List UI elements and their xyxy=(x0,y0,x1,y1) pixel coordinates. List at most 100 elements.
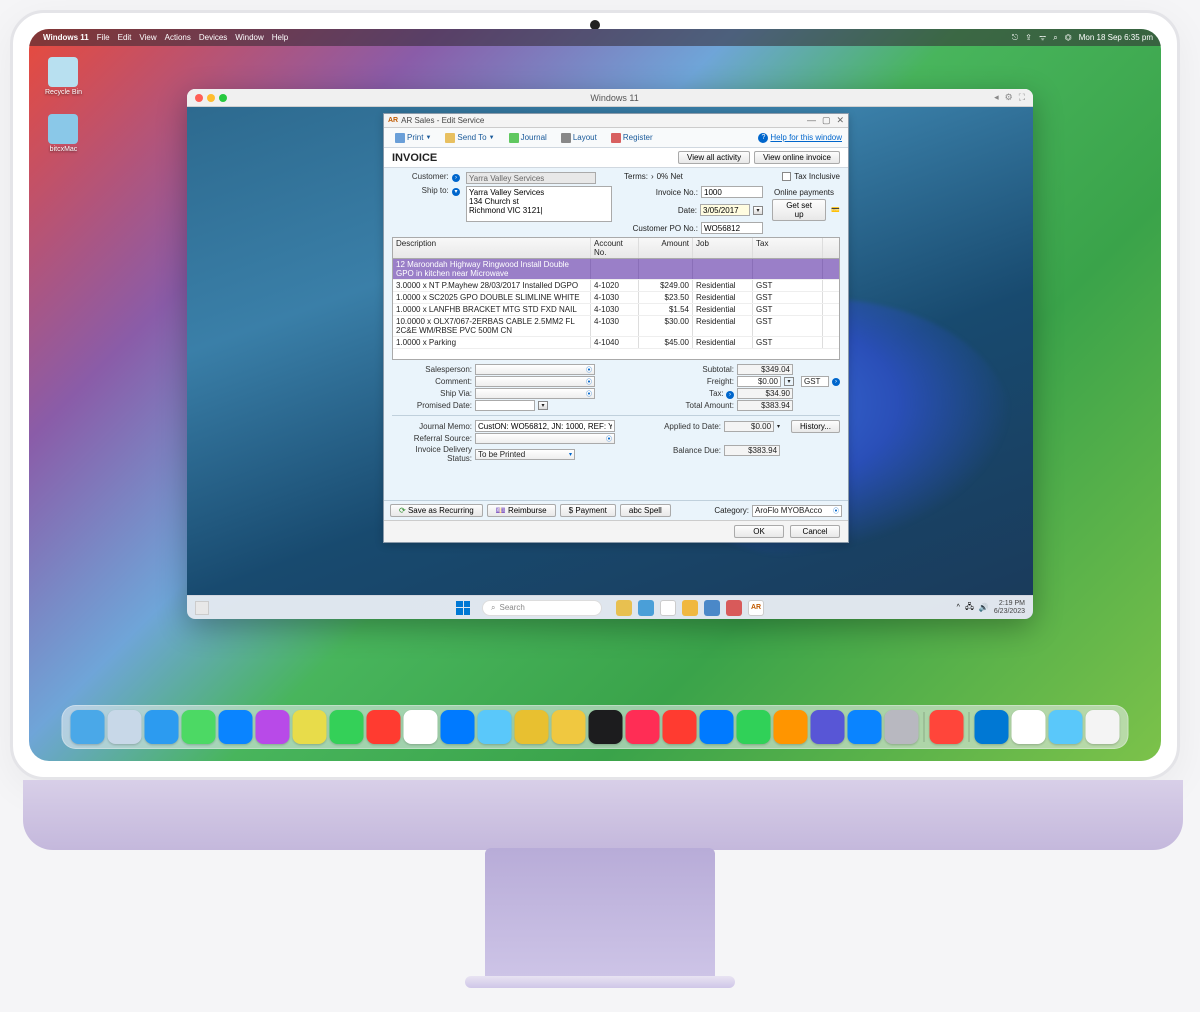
lookup-icon[interactable]: › xyxy=(452,174,460,182)
app-name[interactable]: Windows 11 xyxy=(43,33,89,42)
sendto-button[interactable]: Send To▼ xyxy=(440,131,499,145)
shipvia-select[interactable]: ⦿ xyxy=(475,388,595,399)
customer-po-field[interactable] xyxy=(701,222,763,234)
dock-app-icon[interactable] xyxy=(1012,710,1046,744)
dock-app-icon[interactable] xyxy=(1049,710,1083,744)
tray-icon[interactable] xyxy=(660,600,676,616)
recycle-bin-icon[interactable]: Recycle Bin xyxy=(45,57,82,96)
dock-app-icon[interactable] xyxy=(552,710,586,744)
view-activity-button[interactable]: View all activity xyxy=(678,151,750,164)
dock-app-icon[interactable] xyxy=(885,710,919,744)
freight-dropdown-icon[interactable]: ▾ xyxy=(784,377,794,386)
dock-app-icon[interactable] xyxy=(848,710,882,744)
tray-volume-icon[interactable]: 🔊 xyxy=(979,603,989,612)
dock-app-icon[interactable] xyxy=(478,710,512,744)
wifi-icon[interactable]: ᯤ xyxy=(1039,32,1046,43)
tray-icon[interactable] xyxy=(638,600,654,616)
dock-app-icon[interactable] xyxy=(108,710,142,744)
dock-app-icon[interactable] xyxy=(1086,710,1120,744)
save-recurring-button[interactable]: ⟳ Save as Recurring xyxy=(390,504,483,517)
vm-gear-icon[interactable]: ⚙ xyxy=(1005,92,1013,103)
dock-app-icon[interactable] xyxy=(975,710,1009,744)
getsetup-button[interactable]: Get set up xyxy=(772,199,826,221)
dock-app-icon[interactable] xyxy=(219,710,253,744)
freight-tax-lookup-icon[interactable]: › xyxy=(832,378,840,386)
dock-app-icon[interactable] xyxy=(589,710,623,744)
menu-actions[interactable]: Actions xyxy=(165,33,191,42)
explorer-icon[interactable] xyxy=(682,600,698,616)
table-row[interactable]: 12 Maroondah Highway Ringwood Install Do… xyxy=(393,259,839,280)
menu-edit[interactable]: Edit xyxy=(118,33,132,42)
dock-app-icon[interactable] xyxy=(700,710,734,744)
table-row[interactable]: 1.0000 x Parking4-1040$45.00ResidentialG… xyxy=(393,337,839,349)
dock-app-icon[interactable] xyxy=(182,710,216,744)
menu-file[interactable]: File xyxy=(97,33,110,42)
col-job[interactable]: Job xyxy=(693,238,753,258)
dock-app-icon[interactable] xyxy=(404,710,438,744)
journal-button[interactable]: Journal xyxy=(504,131,552,145)
reimburse-button[interactable]: 💷 Reimburse xyxy=(487,504,556,517)
ok-button[interactable]: OK xyxy=(734,525,784,538)
journal-memo-field[interactable] xyxy=(475,420,615,432)
dock-app-icon[interactable] xyxy=(626,710,660,744)
tax-inclusive-checkbox[interactable] xyxy=(782,172,791,181)
share-icon[interactable]: ⇪ xyxy=(1025,33,1032,42)
menubar-clock[interactable]: Mon 18 Sep 6:35 pm xyxy=(1079,33,1153,42)
dock-app-icon[interactable] xyxy=(811,710,845,744)
folder-icon[interactable]: bitcxMac xyxy=(45,114,82,153)
spell-button[interactable]: abc Spell xyxy=(620,504,671,517)
dock-app-icon[interactable] xyxy=(515,710,549,744)
dock-app-icon[interactable] xyxy=(367,710,401,744)
vm-speaker-icon[interactable]: ◂ xyxy=(994,92,999,103)
table-row[interactable]: 1.0000 x LANFHB BRACKET MTG STD FXD NAIL… xyxy=(393,304,839,316)
menu-help[interactable]: Help xyxy=(272,33,288,42)
promised-date-field[interactable] xyxy=(475,400,535,411)
dock-app-icon[interactable] xyxy=(737,710,771,744)
dock-app-icon[interactable] xyxy=(145,710,179,744)
vm-titlebar[interactable]: Windows 11 ◂⚙⛶ xyxy=(187,89,1033,107)
calendar-icon[interactable]: ▾ xyxy=(753,206,763,215)
freight-tax-field[interactable]: GST xyxy=(801,376,829,387)
status-icon[interactable]: ⎋ xyxy=(1012,33,1018,43)
referral-select[interactable]: ⦿ xyxy=(475,433,615,444)
close-icon[interactable]: ✕ xyxy=(836,115,844,126)
dock-app-icon[interactable] xyxy=(930,710,964,744)
tax-lookup-icon[interactable]: › xyxy=(726,391,734,399)
dock-app-icon[interactable] xyxy=(330,710,364,744)
menu-view[interactable]: View xyxy=(139,33,156,42)
taskbar-search[interactable]: ⌕Search xyxy=(482,600,602,616)
col-amount[interactable]: Amount xyxy=(639,238,693,258)
customer-field[interactable]: Yarra Valley Services xyxy=(466,172,596,184)
history-button[interactable]: History... xyxy=(791,420,840,433)
edge-icon[interactable] xyxy=(704,600,720,616)
comment-select[interactable]: ⦿ xyxy=(475,376,595,387)
tray-icon[interactable] xyxy=(726,600,742,616)
category-select[interactable]: AroFlo MYOBAcco⦿ xyxy=(752,505,842,517)
widgets-icon[interactable] xyxy=(195,601,209,615)
shipto-field[interactable] xyxy=(466,186,612,222)
salesperson-select[interactable]: ⦿ xyxy=(475,364,595,375)
tray-network-icon[interactable]: 🖧 xyxy=(965,601,974,615)
tray-icon[interactable] xyxy=(616,600,632,616)
minimize-icon[interactable]: — xyxy=(807,115,816,126)
dock-app-icon[interactable] xyxy=(441,710,475,744)
col-tax[interactable]: Tax xyxy=(753,238,823,258)
freight-field[interactable]: $0.00 xyxy=(737,376,781,387)
date-field[interactable] xyxy=(700,204,750,216)
layout-button[interactable]: Layout xyxy=(556,131,602,145)
col-description[interactable]: Description xyxy=(393,238,591,258)
table-row[interactable]: 3.0000 x NT P.Mayhew 28/03/2017 Installe… xyxy=(393,280,839,292)
invoice-no-field[interactable] xyxy=(701,186,763,198)
table-row[interactable]: 1.0000 x SC2025 GPO DOUBLE SLIMLINE WHIT… xyxy=(393,292,839,304)
vm-fullscreen-icon[interactable]: ⛶ xyxy=(1019,92,1025,103)
start-button[interactable] xyxy=(456,601,470,615)
control-center-icon[interactable]: ⏣ xyxy=(1065,33,1072,42)
maximize-icon[interactable]: ▢ xyxy=(822,115,831,126)
col-account[interactable]: Account No. xyxy=(591,238,639,258)
spotlight-icon[interactable]: ⌕ xyxy=(1053,33,1057,43)
cancel-button[interactable]: Cancel xyxy=(790,525,840,538)
tray-chevron-icon[interactable]: ^ xyxy=(957,604,960,611)
register-button[interactable]: Register xyxy=(606,131,658,145)
dock-app-icon[interactable] xyxy=(293,710,327,744)
menu-devices[interactable]: Devices xyxy=(199,33,227,42)
